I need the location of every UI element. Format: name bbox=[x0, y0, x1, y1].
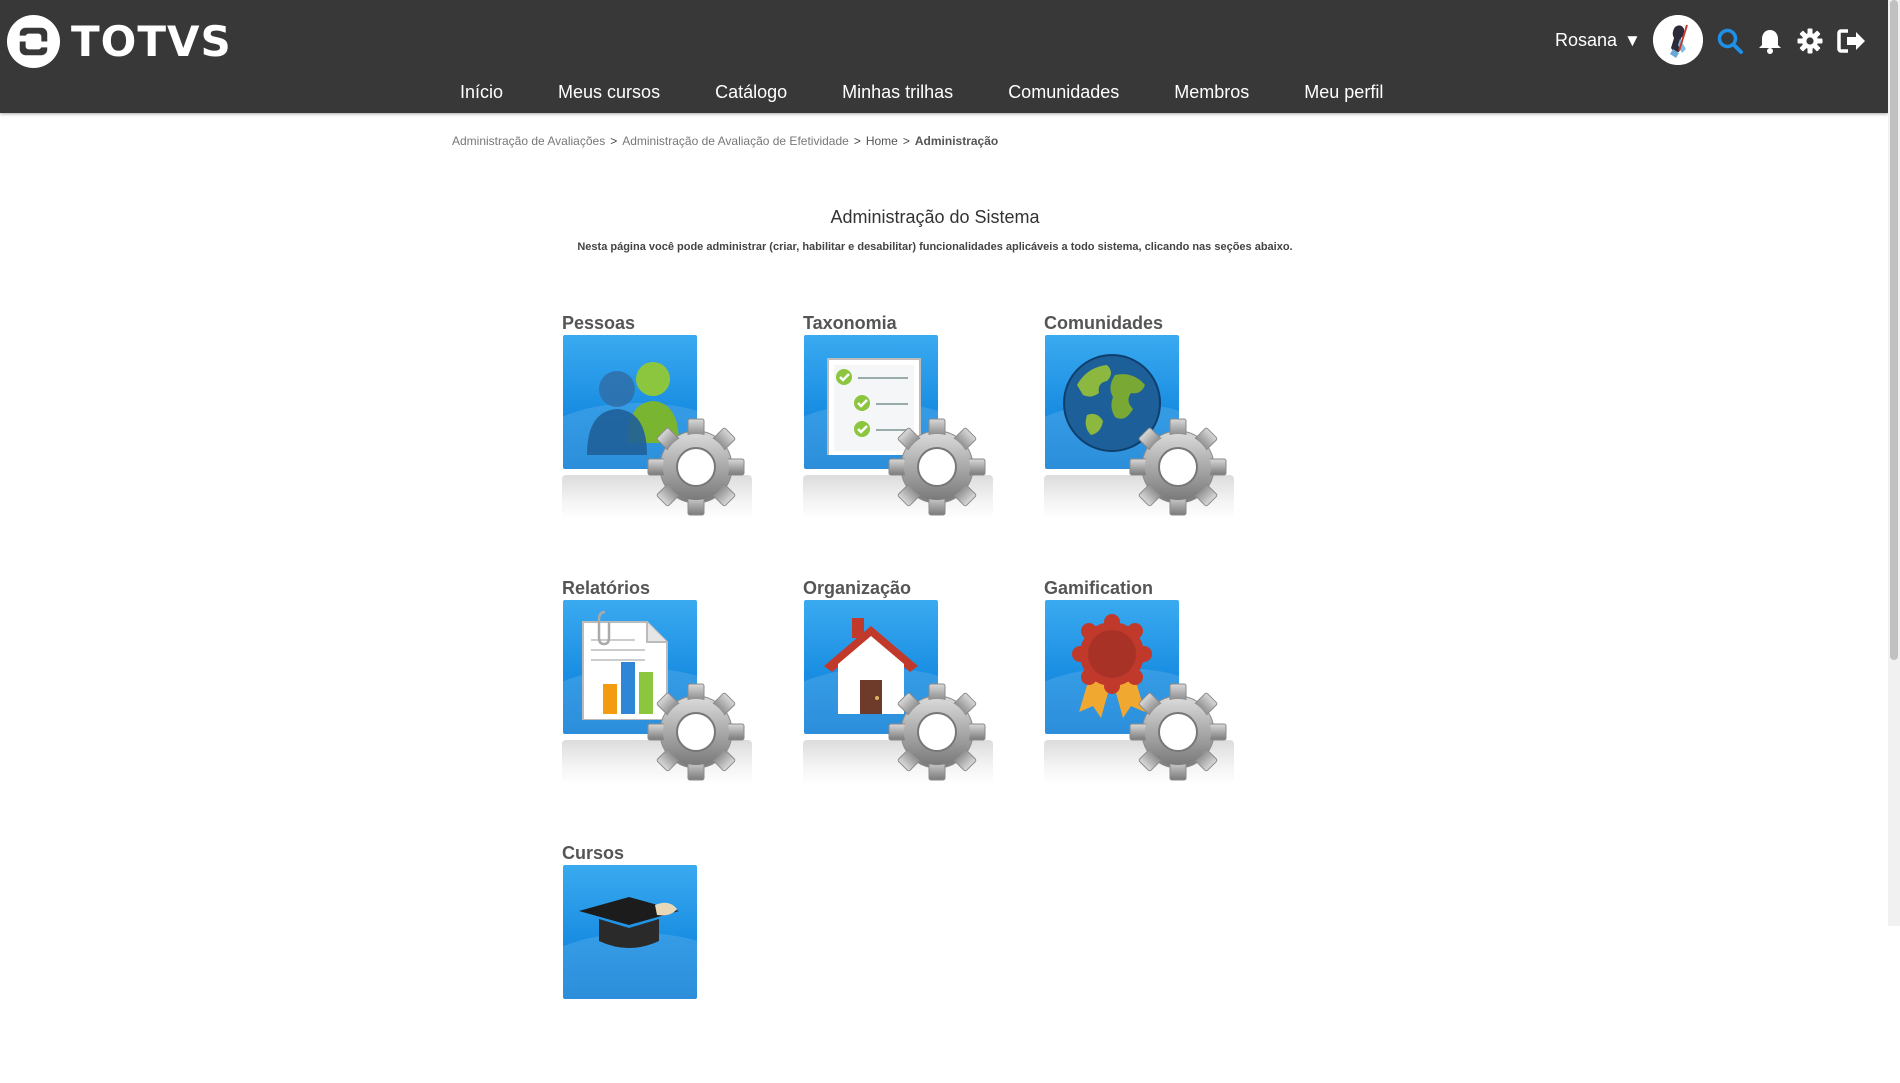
user-menu[interactable]: Rosana ▼ bbox=[1555, 30, 1641, 51]
breadcrumb-link-home[interactable]: Home bbox=[866, 134, 898, 148]
breadcrumb-current: Administração bbox=[914, 134, 999, 148]
breadcrumb-link-avaliacao-efetividade[interactable]: Administração de Avaliação de Efetividad… bbox=[622, 134, 849, 148]
section-image[interactable] bbox=[803, 335, 1003, 535]
section-card-relatorios[interactable]: Relatórios bbox=[562, 578, 762, 818]
section-card-taxonomia[interactable]: Taxonomia bbox=[803, 313, 1003, 553]
page-title: Administração do Sistema bbox=[830, 207, 1040, 227]
section-title: Cursos bbox=[562, 843, 625, 863]
breadcrumb-link-avaliacoes[interactable]: Administração de Avaliações bbox=[452, 134, 605, 148]
breadcrumb-separator: > bbox=[610, 134, 618, 148]
section-image[interactable] bbox=[803, 600, 1003, 800]
gear-icon bbox=[888, 683, 986, 781]
user-name: Rosana bbox=[1555, 30, 1618, 50]
breadcrumb-separator: > bbox=[853, 134, 861, 148]
graduation-cap-icon bbox=[579, 897, 679, 948]
nav-item-meu-perfil[interactable]: Meu perfil bbox=[1304, 82, 1383, 103]
section-title: Taxonomia bbox=[803, 313, 897, 333]
section-title: Gamification bbox=[1044, 578, 1154, 598]
section-image[interactable] bbox=[1044, 600, 1244, 800]
gear-icon bbox=[647, 418, 745, 516]
section-image[interactable] bbox=[562, 335, 762, 535]
nav-item-comunidades[interactable]: Comunidades bbox=[1008, 82, 1119, 103]
section-title: Pessoas bbox=[562, 313, 636, 333]
gear-icon bbox=[1129, 418, 1227, 516]
section-card-cursos[interactable]: Cursos bbox=[562, 843, 762, 1083]
section-image[interactable] bbox=[562, 600, 762, 800]
totvs-logo-icon bbox=[6, 14, 61, 69]
avatar-image bbox=[1653, 15, 1703, 65]
search-icon[interactable] bbox=[1716, 27, 1744, 55]
gear-icon bbox=[647, 683, 745, 781]
section-image[interactable] bbox=[1044, 335, 1244, 535]
breadcrumb: Administração de Avaliações > Administra… bbox=[452, 134, 998, 148]
chevron-down-icon: ▼ bbox=[1624, 30, 1641, 50]
section-card-comunidades[interactable]: Comunidades bbox=[1044, 313, 1244, 553]
logout-icon[interactable] bbox=[1836, 27, 1866, 55]
section-title: Organização bbox=[803, 578, 912, 598]
section-card-gamification[interactable]: Gamification bbox=[1044, 578, 1244, 818]
gear-icon bbox=[1129, 683, 1227, 781]
nav-item-membros[interactable]: Membros bbox=[1174, 82, 1249, 103]
page-scrollbar[interactable] bbox=[1888, 0, 1900, 926]
nav-item-minhas-trilhas[interactable]: Minhas trilhas bbox=[842, 82, 953, 103]
section-card-organizacao[interactable]: Organização bbox=[803, 578, 1003, 818]
gear-icon bbox=[888, 418, 986, 516]
breadcrumb-separator: > bbox=[902, 134, 910, 148]
section-image[interactable] bbox=[562, 865, 762, 1065]
page-description: Nesta página você pode administrar (cria… bbox=[577, 241, 1293, 253]
top-header: TOTVS Rosana ▼ Início Meus cursos Catálo… bbox=[0, 0, 1888, 113]
logo-text: TOTVS bbox=[71, 17, 232, 66]
nav-item-inicio[interactable]: Início bbox=[460, 82, 503, 103]
totvs-logo[interactable]: TOTVS bbox=[6, 14, 232, 69]
section-title: Comunidades bbox=[1044, 313, 1164, 333]
main-navigation: Início Meus cursos Catálogo Minhas trilh… bbox=[460, 77, 1438, 107]
gear-icon[interactable] bbox=[1796, 27, 1824, 55]
avatar[interactable] bbox=[1653, 15, 1703, 65]
section-card-pessoas[interactable]: Pessoas bbox=[562, 313, 762, 553]
section-title: Relatórios bbox=[562, 578, 651, 598]
nav-item-catalogo[interactable]: Catálogo bbox=[715, 82, 787, 103]
scrollbar-thumb[interactable] bbox=[1890, 0, 1898, 660]
nav-item-meus-cursos[interactable]: Meus cursos bbox=[558, 82, 660, 103]
bell-icon[interactable] bbox=[1756, 27, 1784, 55]
